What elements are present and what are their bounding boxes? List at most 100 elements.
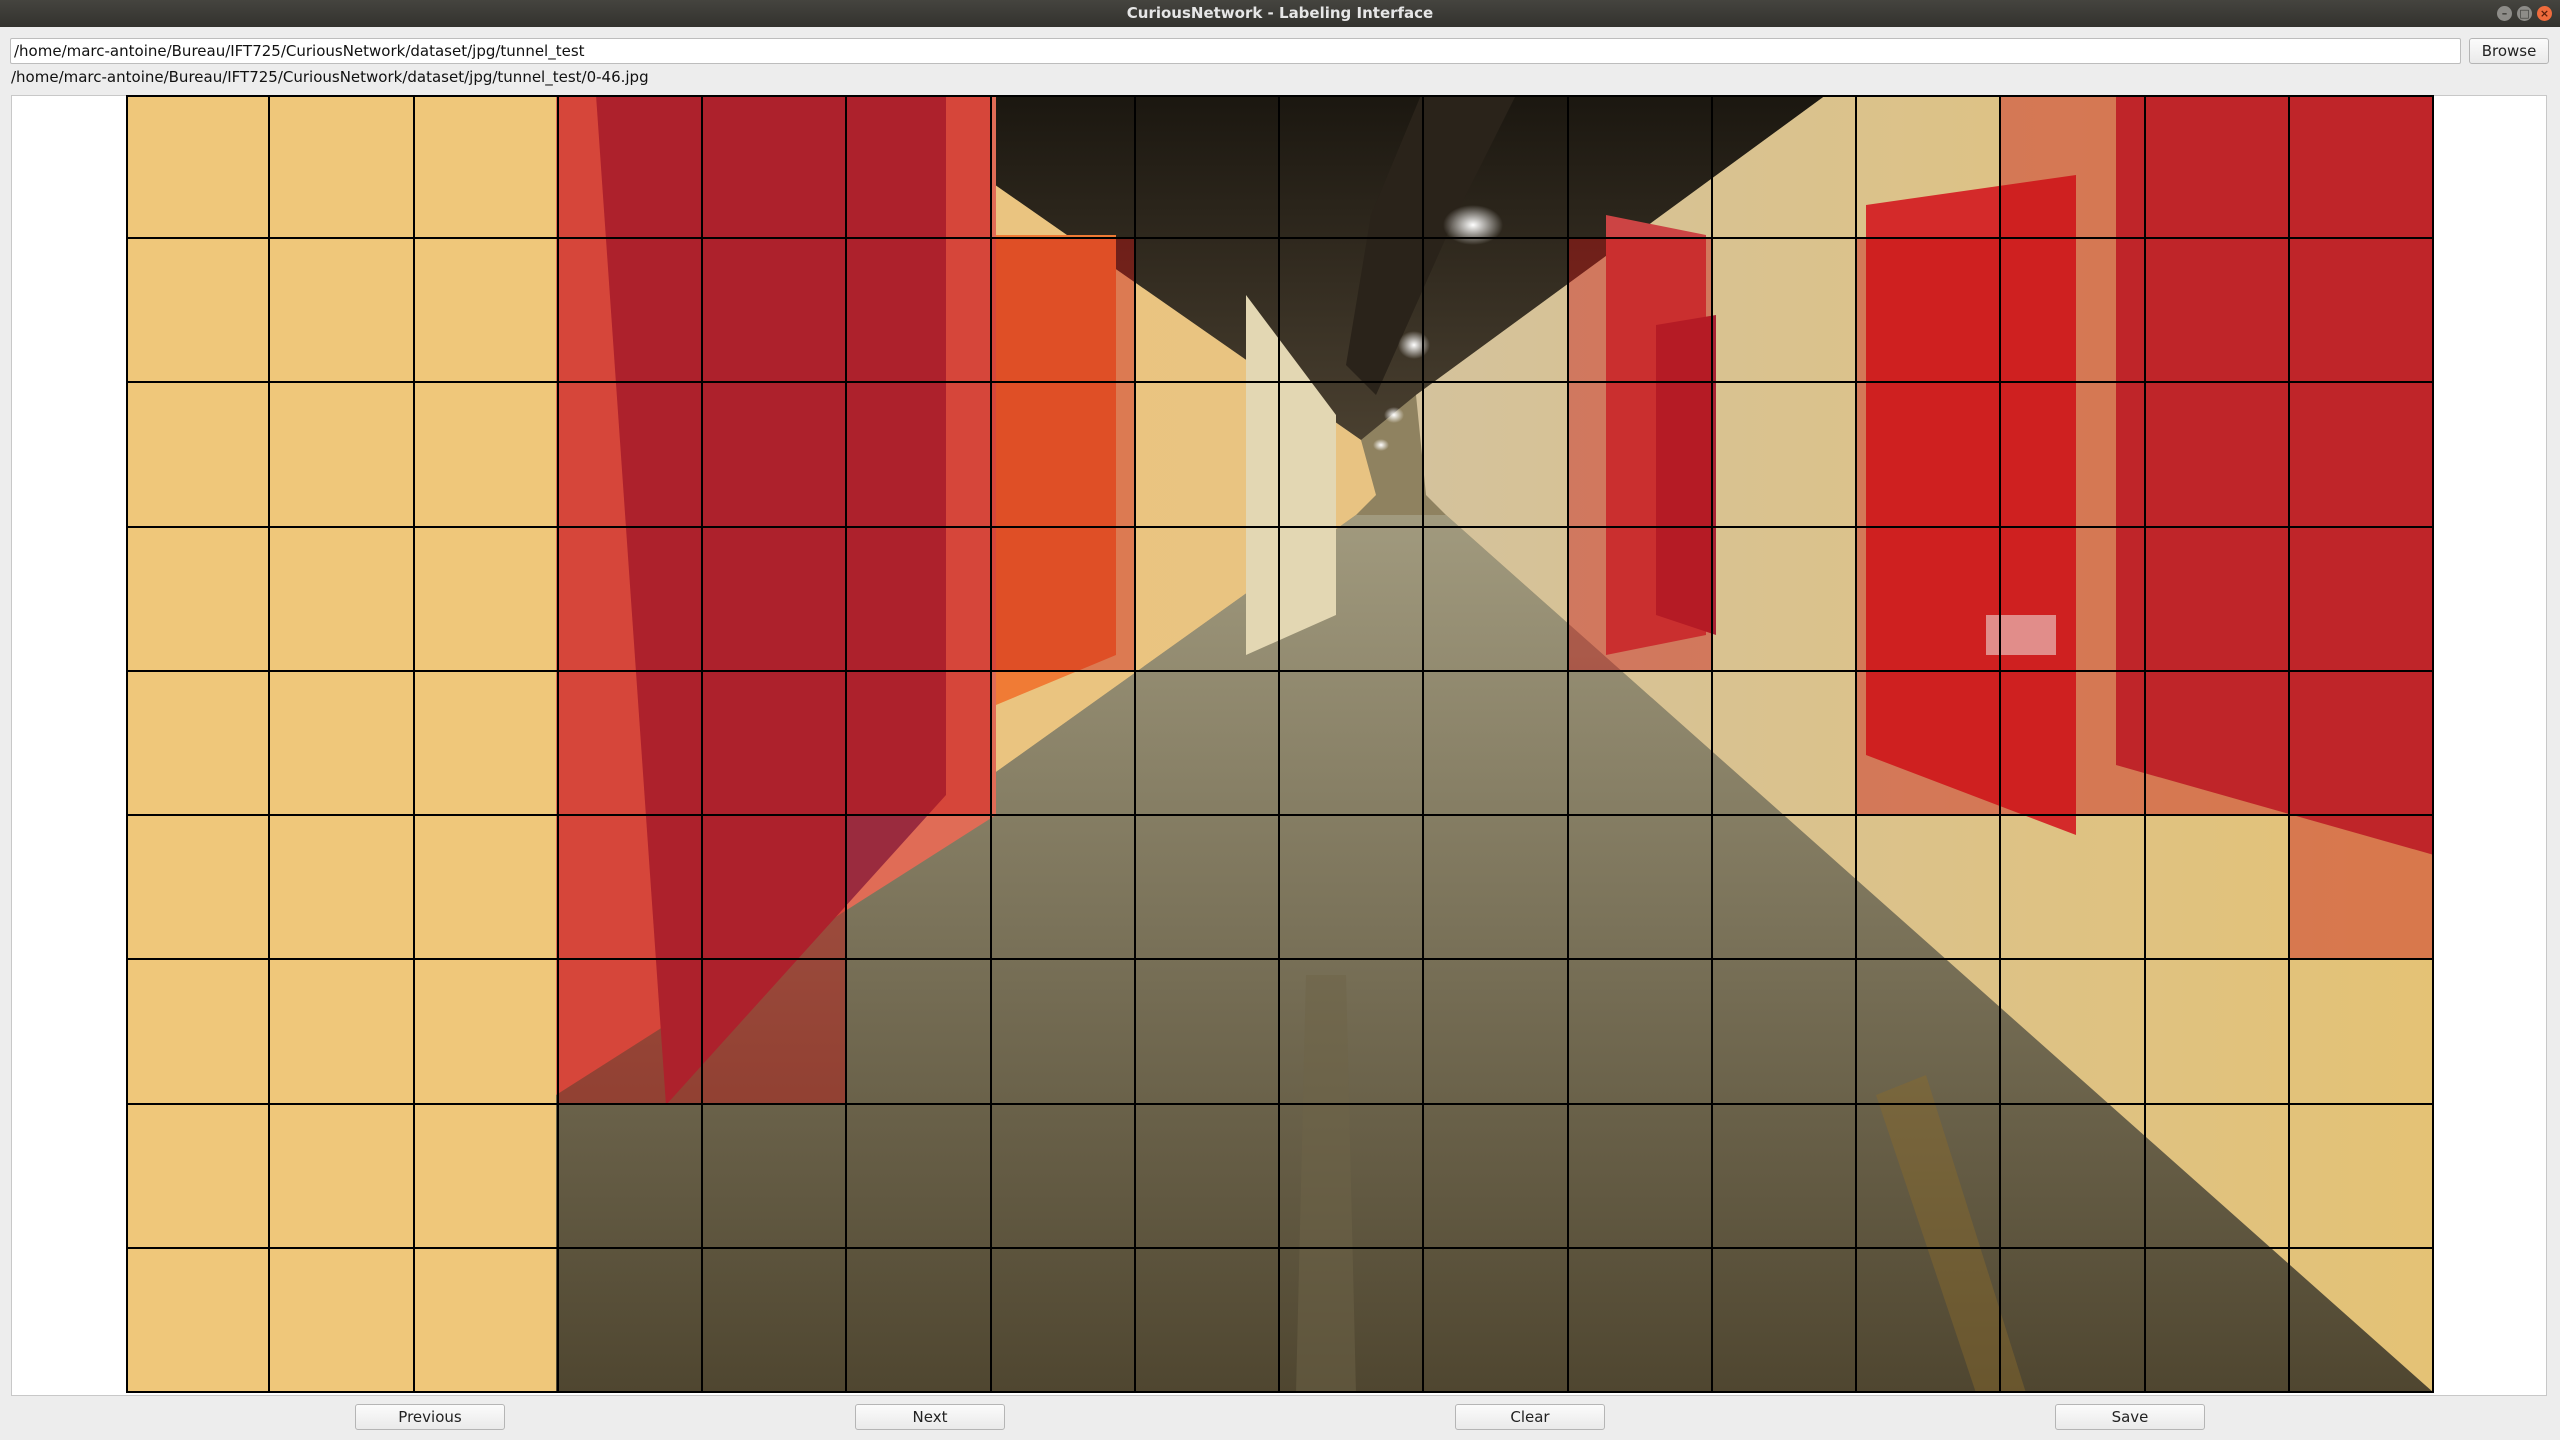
grid-cell[interactable] — [2289, 239, 2434, 384]
grid-cell[interactable] — [126, 960, 271, 1105]
close-icon[interactable]: × — [2537, 6, 2552, 21]
grid-cell[interactable] — [558, 383, 703, 528]
grid-cell[interactable] — [847, 1104, 992, 1249]
grid-cell[interactable] — [558, 239, 703, 384]
grid-cell[interactable] — [1135, 95, 1280, 240]
grid-cell[interactable] — [2001, 960, 2146, 1105]
grid-cell[interactable] — [1857, 1248, 2002, 1393]
grid-cell[interactable] — [558, 1104, 703, 1249]
previous-button[interactable]: Previous — [355, 1404, 505, 1430]
grid-cell[interactable] — [414, 671, 559, 817]
grid-cell[interactable] — [1857, 527, 2002, 672]
grid-cell[interactable] — [270, 239, 415, 384]
grid-cell[interactable] — [1568, 816, 1713, 961]
clear-button[interactable]: Clear — [1455, 1404, 1605, 1430]
grid-cell[interactable] — [703, 1248, 848, 1393]
grid-cell[interactable] — [1857, 816, 2002, 961]
grid-cell[interactable] — [991, 1248, 1136, 1393]
grid-cell[interactable] — [2145, 239, 2290, 384]
grid-cell[interactable] — [2289, 527, 2434, 672]
grid-cell[interactable] — [2001, 239, 2146, 384]
grid-cell[interactable] — [847, 1248, 992, 1393]
grid-cell[interactable] — [1712, 383, 1857, 528]
grid-cell[interactable] — [1568, 239, 1713, 384]
grid-cell[interactable] — [1424, 239, 1569, 384]
grid-cell[interactable] — [1424, 95, 1569, 240]
grid-cell[interactable] — [414, 816, 559, 961]
minimize-icon[interactable]: – — [2497, 6, 2512, 21]
grid-cell[interactable] — [126, 1248, 271, 1393]
grid-cell[interactable] — [1568, 671, 1713, 817]
grid-cell[interactable] — [1857, 671, 2002, 817]
grid-cell[interactable] — [1424, 527, 1569, 672]
grid-cell[interactable] — [270, 383, 415, 528]
grid-cell[interactable] — [126, 239, 271, 384]
grid-cell[interactable] — [2145, 671, 2290, 817]
grid-cell[interactable] — [847, 960, 992, 1105]
grid-cell[interactable] — [1712, 816, 1857, 961]
grid-cell[interactable] — [126, 527, 271, 672]
grid-cell[interactable] — [703, 1104, 848, 1249]
grid-cell[interactable] — [991, 816, 1136, 961]
grid-cell[interactable] — [1857, 95, 2002, 240]
grid-cell[interactable] — [2145, 383, 2290, 528]
grid-cell[interactable] — [414, 1104, 559, 1249]
grid-cell[interactable] — [2145, 95, 2290, 240]
grid-cell[interactable] — [126, 383, 271, 528]
grid-cell[interactable] — [1280, 671, 1425, 817]
grid-cell[interactable] — [1857, 1104, 2002, 1249]
grid-cell[interactable] — [1135, 960, 1280, 1105]
grid-cell[interactable] — [2001, 383, 2146, 528]
grid-cell[interactable] — [1712, 527, 1857, 672]
grid-cell[interactable] — [414, 527, 559, 672]
grid-cell[interactable] — [847, 671, 992, 817]
grid-cell[interactable] — [703, 383, 848, 528]
grid-cell[interactable] — [991, 95, 1136, 240]
grid-cell[interactable] — [1857, 239, 2002, 384]
grid-cell[interactable] — [847, 239, 992, 384]
grid-cell[interactable] — [2001, 671, 2146, 817]
grid-cell[interactable] — [2289, 1248, 2434, 1393]
grid-cell[interactable] — [558, 960, 703, 1105]
grid-cell[interactable] — [2145, 960, 2290, 1105]
grid-cell[interactable] — [1568, 960, 1713, 1105]
grid-cell[interactable] — [703, 527, 848, 672]
grid-cell[interactable] — [558, 527, 703, 672]
grid-cell[interactable] — [2001, 1248, 2146, 1393]
grid-cell[interactable] — [703, 95, 848, 240]
grid-cell[interactable] — [991, 671, 1136, 817]
grid-cell[interactable] — [1424, 671, 1569, 817]
grid-cell[interactable] — [1424, 1248, 1569, 1393]
grid-cell[interactable] — [2289, 95, 2434, 240]
grid-cell[interactable] — [991, 527, 1136, 672]
grid-cell[interactable] — [991, 1104, 1136, 1249]
grid-cell[interactable] — [126, 671, 271, 817]
grid-cell[interactable] — [1424, 383, 1569, 528]
grid-cell[interactable] — [1135, 527, 1280, 672]
grid-cell[interactable] — [2289, 960, 2434, 1105]
grid-cell[interactable] — [558, 95, 703, 240]
grid-cell[interactable] — [1568, 1104, 1713, 1249]
grid-cell[interactable] — [1568, 527, 1713, 672]
grid-cell[interactable] — [414, 1248, 559, 1393]
grid-cell[interactable] — [1712, 671, 1857, 817]
grid-cell[interactable] — [126, 816, 271, 961]
grid-cell[interactable] — [270, 816, 415, 961]
grid-cell[interactable] — [1712, 239, 1857, 384]
grid-cell[interactable] — [703, 671, 848, 817]
grid-cell[interactable] — [414, 960, 559, 1105]
grid-cell[interactable] — [1568, 95, 1713, 240]
grid-cell[interactable] — [1135, 1248, 1280, 1393]
grid-cell[interactable] — [1857, 383, 2002, 528]
grid-cell[interactable] — [703, 239, 848, 384]
grid-cell[interactable] — [1568, 383, 1713, 528]
grid-cell[interactable] — [847, 383, 992, 528]
grid-cell[interactable] — [2145, 1104, 2290, 1249]
grid-cell[interactable] — [1135, 816, 1280, 961]
grid-cell[interactable] — [1280, 95, 1425, 240]
grid-cell[interactable] — [2001, 95, 2146, 240]
grid-cell[interactable] — [1712, 1248, 1857, 1393]
grid-cell[interactable] — [1424, 816, 1569, 961]
grid-cell[interactable] — [270, 1248, 415, 1393]
grid-cell[interactable] — [847, 816, 992, 961]
